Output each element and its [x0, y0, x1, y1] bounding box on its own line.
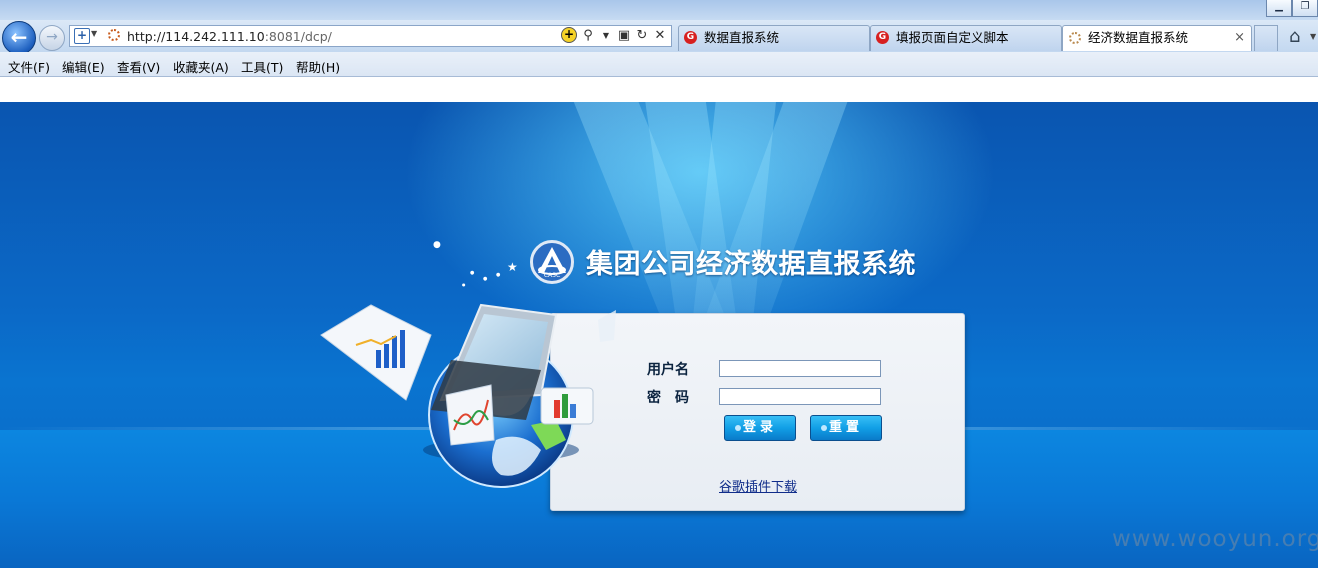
- tab-label: 数据直报系统: [704, 30, 780, 45]
- menu-favorites[interactable]: 收藏夹(A): [173, 57, 229, 76]
- refresh-icon[interactable]: ↻: [635, 28, 649, 43]
- new-tab-button[interactable]: [1254, 25, 1278, 51]
- floating-card: [598, 310, 616, 342]
- line-chart-card: [445, 384, 495, 446]
- chevron-down-icon[interactable]: ▼: [91, 29, 97, 38]
- menu-tools[interactable]: 工具(T): [241, 57, 283, 76]
- sparkle-icon: ●: [496, 272, 501, 278]
- sparkle-icon: ●: [483, 276, 488, 282]
- chart-bar: [554, 400, 560, 418]
- compatibility-view-icon[interactable]: +: [74, 28, 90, 44]
- sparkle-icon: ●: [462, 282, 466, 287]
- sparkle-icon: ●: [470, 270, 475, 276]
- login-button[interactable]: 登录: [724, 415, 796, 441]
- menu-help[interactable]: 帮助(H): [296, 57, 340, 76]
- casc-emblem-icon: CASC: [538, 247, 566, 279]
- maximize-icon[interactable]: ❐: [1292, 0, 1318, 17]
- password-input[interactable]: [719, 388, 881, 405]
- report-bar: [376, 350, 381, 368]
- casc-logo: CASC: [530, 240, 574, 284]
- menu-view[interactable]: 查看(V): [117, 57, 160, 76]
- url-path: :8081/dcp/: [264, 29, 332, 44]
- report-bar: [400, 330, 405, 368]
- chart-bar: [570, 404, 576, 418]
- globe-laptop-illustration: [320, 303, 616, 488]
- sparkle-icon: ●: [433, 240, 441, 250]
- tab-label: 填报页面自定义脚本: [896, 30, 1009, 45]
- search-icon[interactable]: ⚲: [581, 28, 595, 43]
- tab-label: 经济数据直报系统: [1088, 30, 1189, 45]
- login-button-label: 登录: [742, 420, 777, 435]
- compat-page-icon[interactable]: ▣: [617, 28, 631, 43]
- tab-economic-report[interactable]: 经济数据直报系统 ×: [1062, 25, 1252, 51]
- chevron-down-icon[interactable]: ▼: [1310, 32, 1316, 41]
- report-bar: [392, 336, 397, 368]
- menu-file[interactable]: 文件(F): [8, 57, 50, 76]
- url-text[interactable]: http://114.242.111.10:8081/dcp/: [127, 29, 332, 44]
- menu-bar: 文件(F) 编辑(E) 查看(V) 收藏夹(A) 工具(T) 帮助(H): [0, 52, 1318, 77]
- tab-custom-script[interactable]: G 填报页面自定义脚本: [870, 25, 1062, 51]
- address-bar[interactable]: + ▼ http://114.242.111.10:8081/dcp/ + ⚲ …: [69, 25, 672, 47]
- button-dot-icon: [735, 425, 741, 431]
- loading-icon: [108, 29, 120, 41]
- navigation-bar: ← → + ▼ http://114.242.111.10:8081/dcp/ …: [0, 20, 1318, 55]
- username-input[interactable]: [719, 360, 881, 377]
- password-label: 密 码: [647, 390, 689, 406]
- report-bar: [384, 344, 389, 368]
- page-title: 集团公司经济数据直报系统: [586, 249, 916, 280]
- url-host: 114.242.111.10: [165, 29, 265, 44]
- minimize-icon[interactable]: ▁: [1266, 0, 1292, 17]
- app-logo-icon: G: [876, 31, 889, 44]
- app-logo-icon: G: [684, 31, 697, 44]
- page-top-whitespace: [0, 77, 1318, 102]
- reset-button-label: 重置: [828, 420, 863, 435]
- plugin-download-link[interactable]: 谷歌插件下载: [719, 476, 797, 495]
- window-controls: ▁ ❐: [1266, 0, 1318, 17]
- forward-button[interactable]: →: [39, 25, 65, 51]
- logo-text: CASC: [544, 272, 560, 279]
- button-dot-icon: [821, 425, 827, 431]
- close-icon[interactable]: ×: [1234, 26, 1245, 50]
- stop-icon[interactable]: ✕: [653, 28, 667, 43]
- watermark: www.wooyun.org: [1112, 526, 1318, 552]
- loading-icon: [1069, 32, 1081, 44]
- address-bar-tools: + ⚲ ▼ ▣ ↻ ✕: [561, 27, 667, 43]
- add-icon[interactable]: +: [561, 27, 577, 43]
- chevron-down-icon[interactable]: ▼: [599, 31, 613, 40]
- chart-bar: [562, 394, 568, 418]
- url-scheme: http://: [127, 29, 166, 44]
- reset-button[interactable]: 重置: [810, 415, 882, 441]
- star-icon: ★: [507, 260, 518, 274]
- home-icon[interactable]: ⌂: [1289, 26, 1300, 47]
- login-page: ● ● ● ● ★ ● CASC 集团公司经济数据直报系统 用户名 密 码 登录…: [0, 102, 1318, 568]
- back-button[interactable]: ←: [2, 21, 36, 55]
- tab-data-report[interactable]: G 数据直报系统: [678, 25, 870, 51]
- window-title-strip: ▁ ❐: [0, 0, 1318, 22]
- menu-edit[interactable]: 编辑(E): [62, 57, 105, 76]
- username-label: 用户名: [647, 362, 689, 378]
